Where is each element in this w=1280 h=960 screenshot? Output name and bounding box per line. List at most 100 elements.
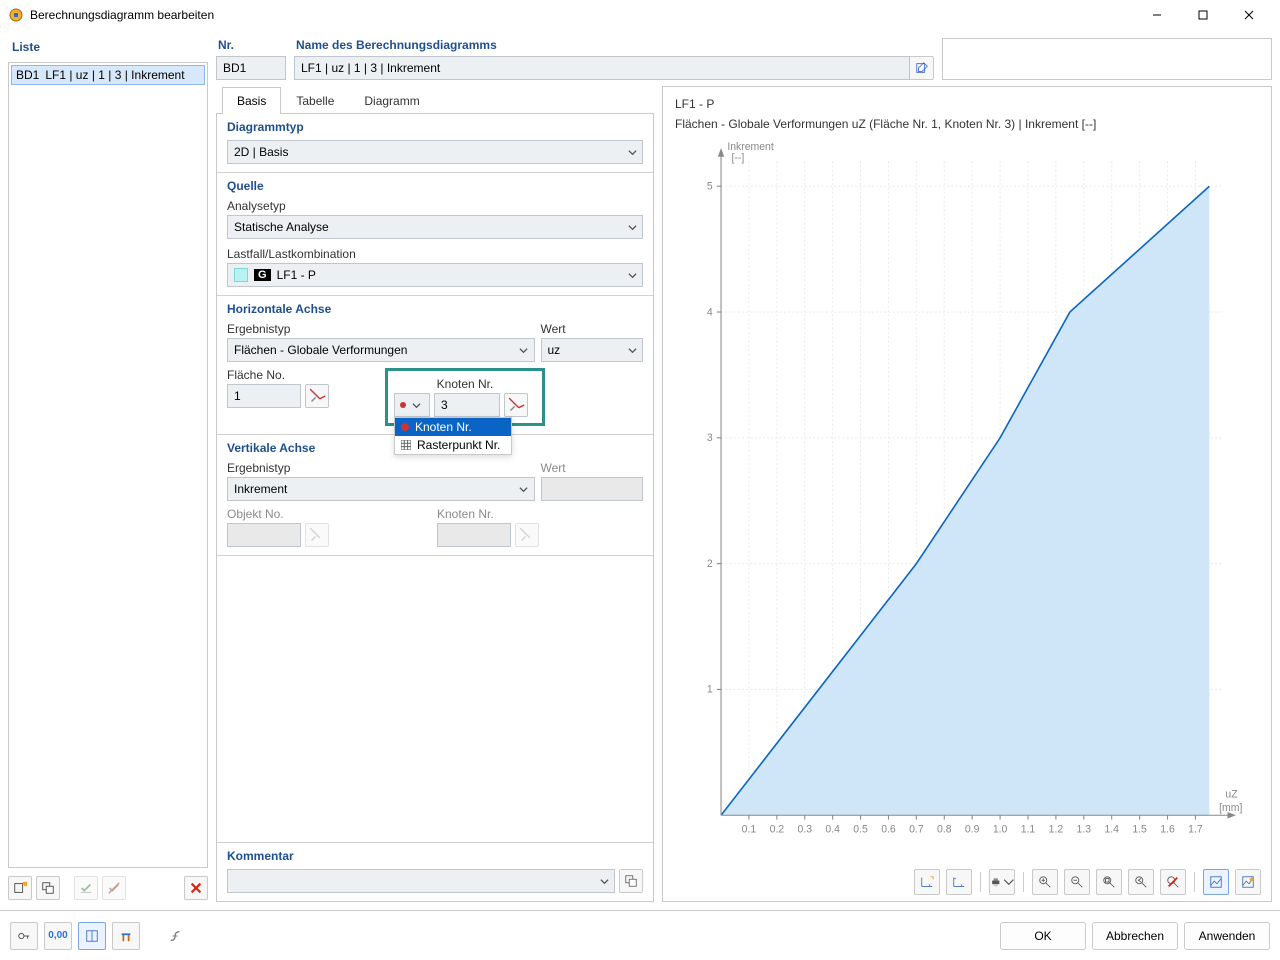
grid-icon: [401, 440, 411, 450]
dropdown-option-knoten[interactable]: Knoten Nr.: [395, 418, 511, 436]
app-icon: [8, 7, 24, 23]
chart-view-1-button[interactable]: [1203, 869, 1229, 895]
list-item-label: LF1 | uz | 1 | 3 | Inkrement: [45, 68, 184, 82]
chevron-down-icon: [624, 223, 640, 232]
footer-key-button[interactable]: [10, 922, 38, 950]
diagrammtyp-select[interactable]: 2D | Basis: [227, 140, 643, 164]
kommentar-title: Kommentar: [227, 849, 643, 863]
window-minimize-button[interactable]: [1134, 0, 1180, 30]
v-ergebnistyp-select[interactable]: Inkrement: [227, 477, 535, 501]
chevron-down-icon: [624, 271, 640, 280]
footer-function-button[interactable]: [162, 922, 190, 950]
dropdown-option-rasterpunkt[interactable]: Rasterpunkt Nr.: [395, 436, 511, 454]
tab-diagramm[interactable]: Diagramm: [349, 87, 434, 114]
svg-text:5: 5: [707, 180, 713, 192]
zoom-prev-button[interactable]: [1128, 869, 1154, 895]
axis-x-config-button[interactable]: [914, 869, 940, 895]
window-close-button[interactable]: [1226, 0, 1272, 30]
pick-knoten-button[interactable]: [504, 393, 528, 417]
svg-text:1.5: 1.5: [1132, 824, 1147, 836]
zoom-out-button[interactable]: [1064, 869, 1090, 895]
flaeche-input[interactable]: 1: [227, 384, 301, 408]
svg-text:3: 3: [707, 432, 713, 444]
diagrammtyp-title: Diagrammtyp: [227, 120, 643, 134]
objekt-label: Objekt No.: [227, 507, 427, 521]
apply-button[interactable]: Anwenden: [1184, 922, 1270, 950]
svg-text:0.3: 0.3: [797, 824, 812, 836]
lastfall-select[interactable]: G LF1 - P: [227, 263, 643, 287]
footer-decimals-button[interactable]: 0,00: [44, 922, 72, 950]
duplicate-item-button[interactable]: [36, 876, 60, 900]
analysetyp-select[interactable]: Statische Analyse: [227, 215, 643, 239]
print-button[interactable]: [989, 869, 1015, 895]
footer-layout-button[interactable]: [78, 922, 106, 950]
svg-text:0.5: 0.5: [853, 824, 868, 836]
svg-text:uZ: uZ: [1225, 789, 1238, 801]
chart-title-2: Flächen - Globale Verformungen uZ (Fläch…: [675, 117, 1261, 131]
v-knoten-input: [437, 523, 511, 547]
list-item-id: BD1: [16, 68, 39, 82]
lastfall-label: Lastfall/Lastkombination: [227, 247, 643, 261]
svg-text:1.0: 1.0: [993, 824, 1008, 836]
pick-flaeche-button[interactable]: [305, 384, 329, 408]
list-item[interactable]: BD1 LF1 | uz | 1 | 3 | Inkrement: [11, 65, 205, 85]
h-wert-label: Wert: [541, 322, 644, 336]
window-title: Berechnungsdiagramm bearbeiten: [30, 8, 214, 22]
chevron-down-icon: [516, 346, 532, 355]
knoten-type-dropdown[interactable]: Knoten Nr. Rasterpunkt Nr.: [394, 417, 512, 455]
diagram-list[interactable]: BD1 LF1 | uz | 1 | 3 | Inkrement: [8, 62, 208, 868]
zoom-in-button[interactable]: [1032, 869, 1058, 895]
chevron-down-icon: [596, 877, 612, 886]
h-ergebnistyp-label: Ergebnistyp: [227, 322, 535, 336]
preview-placeholder: [942, 38, 1272, 80]
nr-label: Nr.: [216, 38, 286, 52]
chevron-down-icon: [624, 148, 640, 157]
nr-input[interactable]: BD1: [216, 56, 286, 80]
chart-title-1: LF1 - P: [675, 97, 1261, 111]
axis-y-config-button[interactable]: [946, 869, 972, 895]
knoten-label: Knoten Nr.: [394, 377, 536, 391]
titlebar: Berechnungsdiagramm bearbeiten: [0, 0, 1280, 30]
kommentar-input[interactable]: [227, 869, 615, 893]
name-input[interactable]: LF1 | uᴢ | 1 | 3 | Inkrement: [294, 56, 910, 80]
new-item-button[interactable]: [8, 876, 32, 900]
svg-text:1.6: 1.6: [1160, 824, 1175, 836]
rename-button[interactable]: [910, 56, 934, 80]
svg-text:0.7: 0.7: [909, 824, 924, 836]
zoom-window-button[interactable]: [1096, 869, 1122, 895]
h-wert-select[interactable]: uᴢ: [541, 338, 644, 362]
delete-item-button[interactable]: [184, 876, 208, 900]
chart-view-2-button[interactable]: [1235, 869, 1261, 895]
svg-text:1.3: 1.3: [1077, 824, 1092, 836]
pick-v-knoten-button: [515, 523, 539, 547]
svg-text:0.4: 0.4: [825, 824, 840, 836]
tab-basis[interactable]: Basis: [222, 87, 281, 114]
ok-button[interactable]: OK: [1000, 922, 1086, 950]
quelle-title: Quelle: [227, 179, 643, 193]
cancel-button[interactable]: Abbrechen: [1092, 922, 1178, 950]
footer-members-button[interactable]: [112, 922, 140, 950]
zoom-reset-button[interactable]: [1160, 869, 1186, 895]
svg-text:0.8: 0.8: [937, 824, 952, 836]
v-wert-select: [541, 477, 644, 501]
list-panel-title: Liste: [12, 40, 206, 54]
include-button[interactable]: [74, 876, 98, 900]
svg-text:1.2: 1.2: [1049, 824, 1064, 836]
exclude-button[interactable]: [102, 876, 126, 900]
v-wert-label: Wert: [541, 461, 644, 475]
color-swatch: [234, 268, 248, 282]
svg-text:0.6: 0.6: [881, 824, 896, 836]
v-ergebnistyp-label: Ergebnistyp: [227, 461, 535, 475]
window-maximize-button[interactable]: [1180, 0, 1226, 30]
h-ergebnistyp-select[interactable]: Flächen - Globale Verformungen: [227, 338, 535, 362]
svg-text:[mm]: [mm]: [1219, 802, 1242, 814]
node-dot-icon: [401, 423, 409, 431]
kommentar-edit-button[interactable]: [619, 869, 643, 893]
svg-text:4: 4: [707, 306, 713, 318]
knoten-input[interactable]: 3: [434, 393, 500, 417]
name-label: Name des Berechnungsdiagramms: [294, 38, 934, 52]
tab-tabelle[interactable]: Tabelle: [281, 87, 349, 114]
svg-text:1.4: 1.4: [1104, 824, 1119, 836]
knoten-type-select[interactable]: [394, 393, 430, 417]
svg-text:0.1: 0.1: [742, 824, 757, 836]
